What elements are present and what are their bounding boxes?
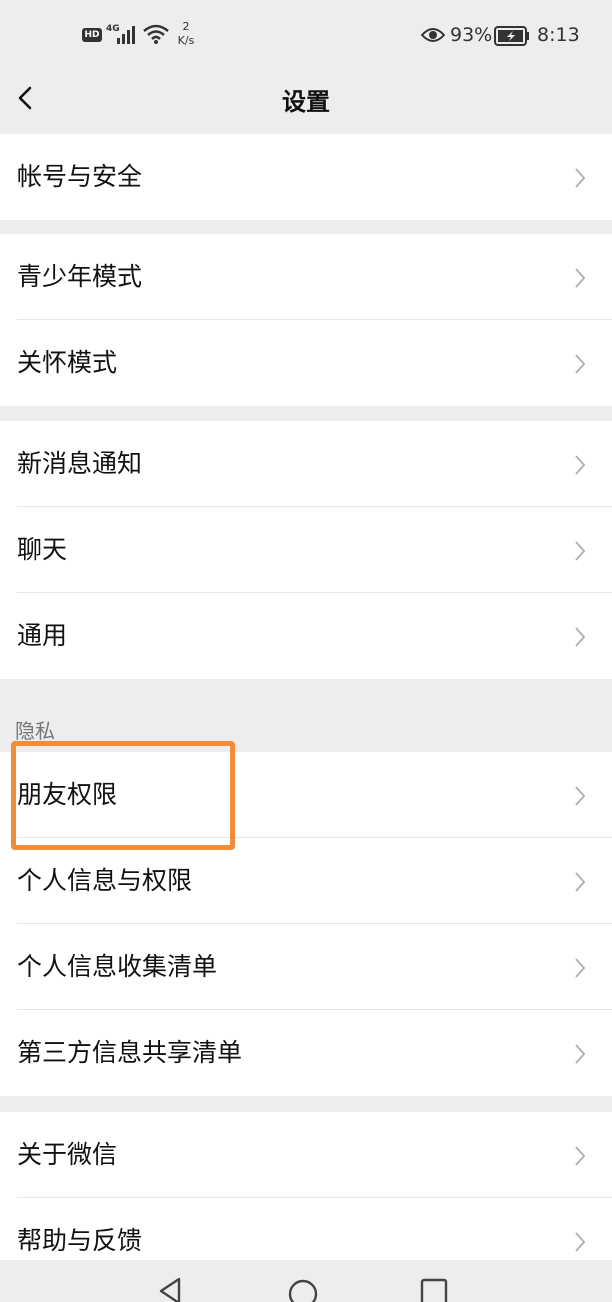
chevron-right-icon — [575, 627, 586, 647]
chevron-right-icon — [575, 541, 586, 561]
speed-unit: K/s — [177, 34, 195, 47]
settings-item-general[interactable]: 通用 — [0, 593, 612, 679]
settings-item-label: 关怀模式 — [17, 348, 118, 377]
settings-item-label: 青少年模式 — [17, 262, 143, 291]
hd-icon: HD — [82, 28, 102, 42]
chevron-right-icon — [575, 455, 586, 475]
chevron-right-icon — [575, 268, 586, 288]
back-triangle-icon[interactable] — [157, 1276, 183, 1302]
chevron-right-icon — [575, 354, 586, 374]
page-title: 设置 — [282, 88, 330, 116]
settings-group-about: 关于微信 帮助与反馈 — [0, 1112, 612, 1284]
settings-item-care-mode[interactable]: 关怀模式 — [0, 320, 612, 406]
chevron-right-icon — [575, 958, 586, 978]
chevron-right-icon — [575, 1044, 586, 1064]
system-nav-bar — [0, 1260, 612, 1302]
chevron-right-icon — [575, 168, 586, 188]
network-speed: 2 K/s — [174, 20, 198, 48]
chevron-right-icon — [575, 786, 586, 806]
settings-item-account-security[interactable]: 帐号与安全 — [0, 134, 612, 220]
settings-screen: HD 4G 2 K/s 93% 8:13 设置 帐号与安全 青少年模式 关怀模式… — [0, 0, 612, 1302]
settings-item-label: 帐号与安全 — [17, 162, 143, 191]
home-circle-icon[interactable] — [287, 1278, 319, 1302]
settings-item-label: 通用 — [17, 621, 68, 650]
battery-icon — [494, 26, 529, 46]
settings-item-label: 第三方信息共享清单 — [17, 1038, 243, 1067]
chevron-right-icon — [575, 872, 586, 892]
speed-value: 2 — [182, 20, 190, 33]
settings-item-third-party-sharing[interactable]: 第三方信息共享清单 — [0, 1010, 612, 1096]
highlight-annotation — [11, 741, 235, 850]
chevron-right-icon — [575, 1232, 586, 1252]
nav-bar: 设置 — [0, 72, 612, 134]
recents-square-icon[interactable] — [420, 1278, 448, 1302]
settings-item-label: 关于微信 — [17, 1140, 118, 1169]
section-header-privacy: 隐私 — [15, 719, 55, 743]
signal-icon — [117, 26, 135, 44]
settings-item-label: 聊天 — [17, 535, 68, 564]
settings-item-teen-mode[interactable]: 青少年模式 — [0, 234, 612, 320]
settings-group-account: 帐号与安全 — [0, 134, 612, 220]
settings-item-label: 新消息通知 — [17, 449, 143, 478]
eye-icon — [421, 28, 445, 42]
settings-item-label: 个人信息收集清单 — [17, 952, 218, 981]
settings-item-about-wechat[interactable]: 关于微信 — [0, 1112, 612, 1198]
settings-item-label: 个人信息与权限 — [17, 866, 193, 895]
settings-group-general: 新消息通知 聊天 通用 — [0, 421, 612, 679]
settings-item-personal-info-permissions[interactable]: 个人信息与权限 — [0, 838, 612, 924]
settings-item-notifications[interactable]: 新消息通知 — [0, 421, 612, 507]
settings-item-chat[interactable]: 聊天 — [0, 507, 612, 593]
settings-item-personal-info-collection[interactable]: 个人信息收集清单 — [0, 924, 612, 1010]
status-bar: HD 4G 2 K/s 93% 8:13 — [0, 0, 612, 72]
clock: 8:13 — [537, 24, 580, 46]
chevron-right-icon — [575, 1146, 586, 1166]
settings-group-modes: 青少年模式 关怀模式 — [0, 234, 612, 406]
wifi-icon — [143, 24, 169, 44]
battery-percent: 93% — [450, 24, 493, 46]
